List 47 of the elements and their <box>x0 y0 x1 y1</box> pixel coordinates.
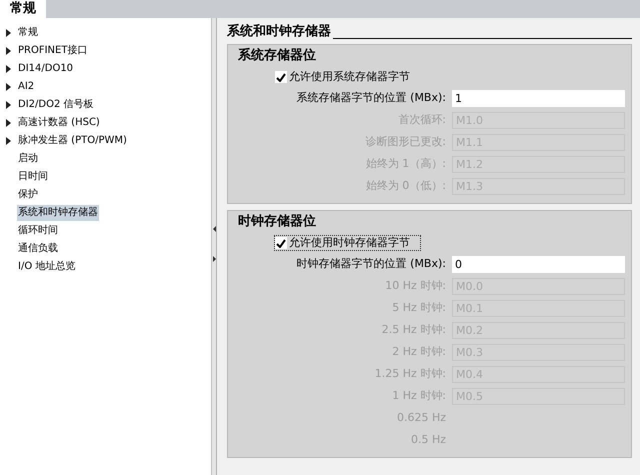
field-label: 首次循环: <box>397 112 447 128</box>
nav-item[interactable]: AI2 <box>17 79 36 95</box>
nav-item[interactable]: 通信负载 <box>17 241 59 257</box>
nav-item[interactable]: DI2/DO2 信号板 <box>17 97 94 113</box>
expand-arrow-icon[interactable] <box>6 119 11 127</box>
expand-arrow-icon[interactable] <box>6 65 11 73</box>
nav-item[interactable]: 常规 <box>17 25 39 41</box>
input-field[interactable]: 0 <box>452 256 625 272</box>
field-label: 10 Hz 时钟: <box>384 278 447 294</box>
checkmark-icon <box>276 238 286 248</box>
checkbox-box[interactable] <box>275 237 287 249</box>
nav-item[interactable]: 系统和时钟存储器 <box>17 205 99 221</box>
nav-item[interactable]: 循环时间 <box>17 223 59 239</box>
field-label: 诊断图形已更改: <box>364 134 447 150</box>
nav-item[interactable]: 高速计数器 (HSC) <box>17 115 101 131</box>
field-label: 1.25 Hz 时钟: <box>374 366 447 382</box>
field-label: 0.625 Hz <box>396 410 447 426</box>
checkbox-box[interactable] <box>275 71 287 83</box>
checkmark-icon <box>276 72 286 82</box>
field-label: 时钟存储器字节的位置 (MBx): <box>296 256 447 272</box>
checkbox[interactable]: 允许使用系统存储器字节 <box>274 69 411 85</box>
field-label: 5 Hz 时钟: <box>391 300 447 316</box>
nav-item[interactable]: DI14/DO10 <box>17 61 74 77</box>
field-label: 2 Hz 时钟: <box>391 344 447 360</box>
field-label: 1 Hz 时钟: <box>391 388 447 404</box>
nav-item[interactable]: 脉冲发生器 (PTO/PWM) <box>17 133 128 149</box>
nav-item[interactable]: I/O 地址总览 <box>17 259 76 275</box>
field-label: 0.5 Hz <box>410 432 447 448</box>
field-label: 系统存储器字节的位置 (MBx): <box>296 90 447 106</box>
page-title: 系统和时钟存储器 <box>227 24 331 40</box>
expand-arrow-icon[interactable] <box>6 47 11 55</box>
input-field[interactable]: 1 <box>452 90 625 106</box>
field-label: 始终为 0（低）: <box>364 178 447 194</box>
expand-arrow-icon[interactable] <box>6 83 11 91</box>
field-label: 始终为 1（高）: <box>364 156 447 172</box>
expand-arrow-icon[interactable] <box>6 101 11 109</box>
nav-item[interactable]: PROFINET接口 <box>17 43 88 59</box>
nav-item[interactable]: 启动 <box>17 151 39 167</box>
expand-arrow-icon[interactable] <box>6 29 11 37</box>
section-title: 系统存储器位 <box>238 47 317 65</box>
nav-item[interactable]: 保护 <box>17 187 39 203</box>
nav-item[interactable]: 日时间 <box>17 169 49 185</box>
tab[interactable]: 常规 <box>0 0 46 18</box>
expand-arrow-icon[interactable] <box>6 137 11 145</box>
section-title: 时钟存储器位 <box>238 213 317 231</box>
checkbox[interactable]: 允许使用时钟存储器字节 <box>274 235 421 251</box>
field-label: 2.5 Hz 时钟: <box>380 322 447 338</box>
